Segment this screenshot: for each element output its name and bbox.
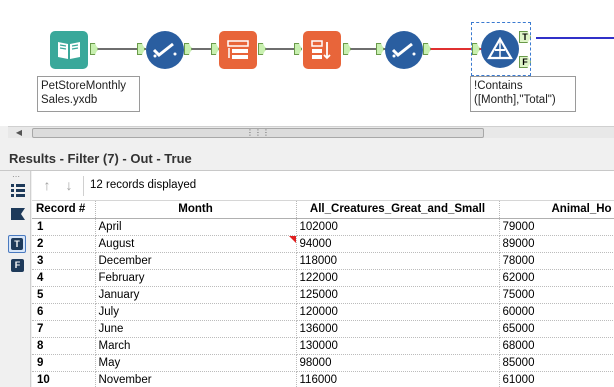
scroll-left-arrow-icon[interactable]: ◀ [12,127,26,139]
filter-tool-caption: !Contains ([Month],"Total") [470,76,576,112]
animal-ho-cell[interactable]: 65000 [499,320,614,338]
filter-tool[interactable] [481,30,519,68]
all-creatures-cell[interactable]: 122000 [296,269,500,287]
order-tool-output-anchor[interactable] [343,43,351,55]
false-output-icon[interactable]: F [10,258,26,274]
scroll-thumb[interactable]: ⋮⋮⋮ [32,128,484,138]
select2-tool-input-anchor[interactable] [376,43,384,55]
month-cell[interactable]: March [95,337,297,355]
input-data-tool[interactable] [50,31,88,69]
results-grid[interactable]: Record # Month All_Creatures_Great_and_S… [32,201,614,387]
all-creatures-cell[interactable]: 136000 [296,320,500,338]
sort-tool-output-anchor[interactable] [258,43,266,55]
results-rows: 1 April 102000 79000 2 August 94000 8900… [32,218,614,387]
record-count: 12 records displayed [90,179,197,191]
record-number-cell: 8 [32,337,96,355]
select2-tool-output-anchor[interactable] [423,43,431,55]
canvas-horizontal-scrollbar[interactable]: ◀ ⋮⋮⋮ [8,126,614,138]
month-cell[interactable]: August [95,235,297,253]
table-row[interactable]: 6 July 120000 60000 [32,303,614,321]
all-creatures-cell[interactable]: 116000 [296,371,500,387]
all-creatures-cell[interactable]: 118000 [296,252,500,270]
results-toolbar: ↑ ↓ 12 records displayed [32,171,614,201]
month-cell[interactable]: May [95,354,297,372]
record-number-cell: 1 [32,218,96,236]
animal-ho-cell[interactable]: 75000 [499,286,614,304]
sort-list-icon [227,40,249,59]
column-header-animal-ho[interactable]: Animal_Ho [499,201,614,219]
table-row[interactable]: 4 February 122000 62000 [32,269,614,287]
record-number-cell: 10 [32,371,96,387]
animal-ho-cell[interactable]: 62000 [499,269,614,287]
true-output-label: T [11,238,23,250]
record-number-cell: 5 [32,286,96,304]
select-tool-output-anchor[interactable] [184,43,192,55]
column-header-record[interactable]: Record # [32,201,96,219]
animal-ho-cell[interactable]: 61000 [499,371,614,387]
animal-ho-cell[interactable]: 79000 [499,218,614,236]
table-row[interactable]: 1 April 102000 79000 [32,218,614,236]
animal-ho-cell[interactable]: 78000 [499,252,614,270]
record-number-cell: 3 [32,252,96,270]
checkmark-icon [152,42,177,58]
true-output-icon[interactable]: T [8,235,26,253]
table-row[interactable]: 2 August 94000 89000 [32,235,614,253]
table-row[interactable]: 10 November 116000 61000 [32,371,614,387]
all-creatures-cell[interactable]: 94000 [296,235,500,253]
month-cell[interactable]: February [95,269,297,287]
select-tool-2[interactable] [385,31,423,69]
all-creatures-cell[interactable]: 120000 [296,303,500,321]
results-side-toolbar: ⋯ T F [0,171,31,387]
table-row[interactable]: 9 May 98000 85000 [32,354,614,372]
filter-triangle-icon [487,36,513,60]
toolbar-divider [83,176,84,196]
column-header-all-creatures[interactable]: All_Creatures_Great_and_Small [296,201,500,219]
animal-ho-cell[interactable]: 85000 [499,354,614,372]
month-cell[interactable]: November [95,371,297,387]
table-row[interactable]: 8 March 130000 68000 [32,337,614,355]
book-icon [58,42,80,59]
grip-dots-icon: ⋯ [12,172,20,181]
animal-ho-cell[interactable]: 68000 [499,337,614,355]
table-row[interactable]: 3 December 118000 78000 [32,252,614,270]
record-number-cell: 9 [32,354,96,372]
all-creatures-cell[interactable]: 98000 [296,354,500,372]
connector-filter-true-output [536,37,614,39]
select-tool[interactable] [146,31,184,69]
sort-descending-icon[interactable]: ↓ [62,177,76,193]
checkmark-icon [391,42,416,58]
animal-ho-cell[interactable]: 89000 [499,235,614,253]
record-number-cell: 6 [32,303,96,321]
sort-order-icon [311,40,331,60]
metadata-icon[interactable] [10,206,26,222]
column-header-month[interactable]: Month [95,201,297,219]
false-output-label: F [11,259,24,272]
month-cell[interactable]: January [95,286,297,304]
input-tool-caption: PetStoreMonthly Sales.yxdb [37,76,140,112]
results-title: Results - Filter (7) - Out - True [9,151,192,166]
order-tool[interactable] [303,31,341,69]
select-tool-input-anchor[interactable] [137,43,145,55]
animal-ho-cell[interactable]: 60000 [499,303,614,321]
workflow-canvas[interactable]: T F PetStoreMonthly Sales.yxdb !Contains… [0,0,614,126]
input-tool-output-anchor[interactable] [90,43,98,55]
record-number-cell: 4 [32,269,96,287]
sort-tool-input-anchor[interactable] [211,43,219,55]
all-creatures-cell[interactable]: 130000 [296,337,500,355]
all-creatures-cell[interactable]: 102000 [296,218,500,236]
sort-ascending-icon[interactable]: ↑ [40,177,54,193]
month-cell[interactable]: April [95,218,297,236]
month-cell[interactable]: June [95,320,297,338]
month-cell[interactable]: July [95,303,297,321]
record-number-cell: 2 [32,235,96,253]
list-view-icon[interactable] [10,182,26,198]
record-number-cell: 7 [32,320,96,338]
all-creatures-cell[interactable]: 125000 [296,286,500,304]
table-row[interactable]: 5 January 125000 75000 [32,286,614,304]
formula-tool-input-anchor[interactable] [294,43,302,55]
month-cell[interactable]: December [95,252,297,270]
sort-tool[interactable] [219,31,257,69]
table-row[interactable]: 7 June 136000 65000 [32,320,614,338]
